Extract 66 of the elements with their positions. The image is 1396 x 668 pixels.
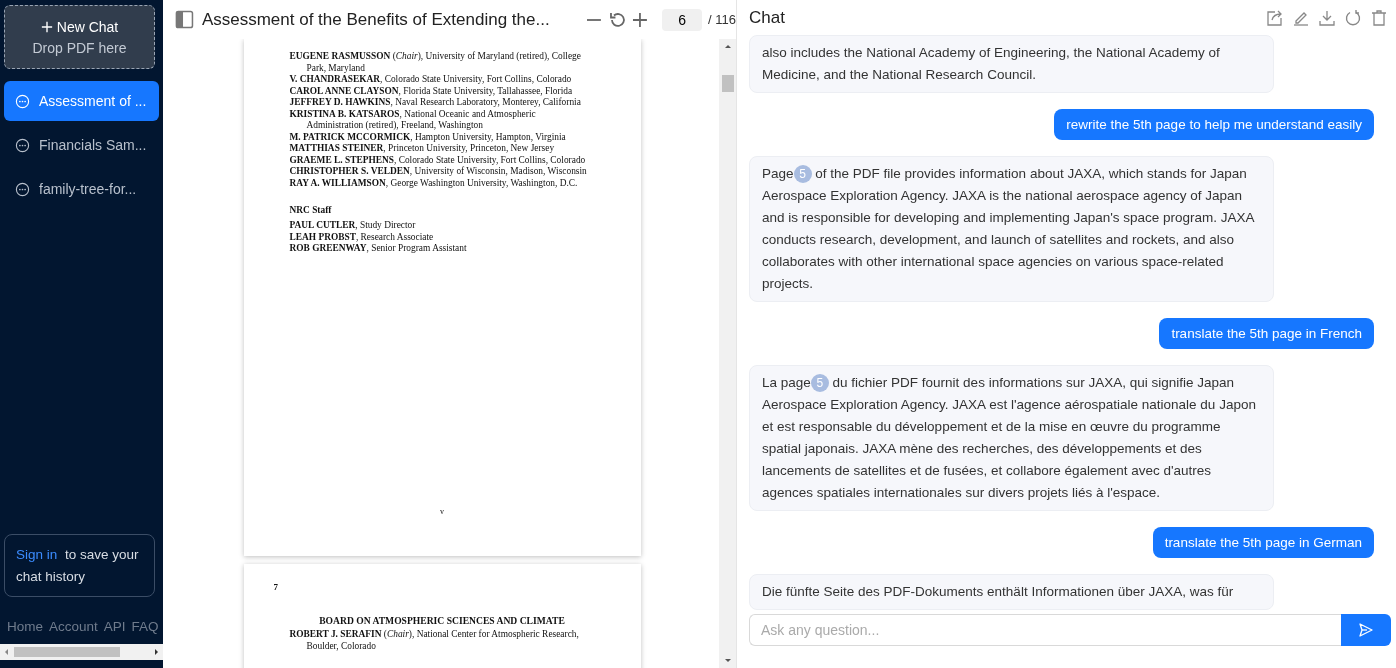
plus-icon bbox=[40, 20, 53, 33]
footer-link[interactable]: Account bbox=[49, 619, 98, 641]
message-text: La page 5 du fichier PDF fournit des informations sur JAXA, qui signifie Japan Aerospace Exploration Agency. JAXA est l'agence aérospatiale nationale du Japon et est responsable du développement et de la mise en œuvre du programme spatial japonais. JAXA mène des recherches, des développements et des lancements de satellites et de fusées, et collabore également avec d'autres agences spatiales internationales sur divers projets liés à l'espace. bbox=[762, 373, 1257, 502]
message-text: Die fünfte Seite des PDF-Dokuments enthält Informationen über JAXA, was für bbox=[762, 583, 1235, 601]
member-line: ROBERT J. SERAFIN (Chair), National Center for Atmospheric Research, bbox=[289, 629, 580, 641]
new-chat-button[interactable]: New Chat Drop PDF here bbox=[4, 5, 155, 69]
page-folio: v bbox=[439, 506, 445, 516]
staff-line: LEAH PROBST, Research Associate bbox=[289, 231, 435, 243]
member-line: GRAEME L. STEPHENS, Colorado State University, Fort Collins, Colorado bbox=[289, 154, 587, 166]
staff-line: PAUL CUTLER, Study Director bbox=[289, 220, 417, 232]
member-line: KRISTINA B. KATSAROS, National Oceanic and Atmospheric bbox=[289, 108, 537, 120]
member-line: RAY A. WILLIAMSON, George Washington University, Washington, D.C. bbox=[289, 177, 579, 189]
chat-bubble-icon bbox=[15, 137, 30, 153]
member-line: V. CHANDRASEKAR, Colorado State University, Fort Collins, Colorado bbox=[289, 74, 573, 86]
footer-link[interactable]: FAQ bbox=[131, 619, 159, 641]
staff-heading: NRC Staff bbox=[289, 205, 333, 215]
member-line: Administration (retired), Freeland, Washington bbox=[305, 120, 484, 132]
question-field[interactable]: Ask any question... bbox=[749, 614, 1341, 646]
scrollbar-thumb[interactable] bbox=[721, 75, 734, 92]
member-line: M. PATRICK MCCORMICK, Hampton University, Hampton, Virginia bbox=[289, 131, 567, 143]
member-line: CHRISTOPHER S. VELDEN, University of Wisconsin, Madison, Wisconsin bbox=[289, 166, 588, 178]
member-line: EUGENE RASMUSSON (Chair), University of Maryland (retired), College bbox=[289, 51, 582, 63]
member-line: Boulder, Colorado bbox=[305, 640, 377, 652]
page-heading: BOARD ON ATMOSPHERIC SCIENCES AND CLIMATE bbox=[318, 615, 566, 626]
chat-bubble-icon bbox=[15, 181, 30, 197]
new-chat-label: New Chat bbox=[56, 18, 119, 35]
chat-item[interactable]: family-tree-for... bbox=[4, 169, 159, 209]
zoom-in-icon[interactable] bbox=[631, 10, 650, 29]
chat-bubble-icon bbox=[15, 93, 30, 109]
sidebar-toggle-icon[interactable] bbox=[175, 10, 194, 29]
chat-item[interactable]: Financials Sam... bbox=[4, 125, 159, 165]
sign-in-link[interactable]: Sign in bbox=[16, 547, 58, 562]
scroll-right-icon[interactable] bbox=[152, 648, 160, 656]
vertical-scrollbar[interactable] bbox=[719, 39, 736, 668]
staff-line: ROB GREENWAY, Senior Program Assistant bbox=[289, 243, 468, 255]
reset-icon[interactable] bbox=[608, 10, 627, 29]
member-line: MATTHIAS STEINER, Princeton University, Princeton, New Jersey bbox=[289, 143, 556, 155]
footer-link[interactable]: API bbox=[103, 619, 126, 641]
member-line: JEFFREY D. HAWKINS, Naval Research Laboratory, Monterey, California bbox=[289, 97, 582, 109]
download-icon[interactable] bbox=[1318, 8, 1336, 27]
member-line: Park, Maryland bbox=[305, 62, 366, 74]
scroll-left-icon[interactable] bbox=[3, 648, 11, 656]
scrollbar-thumb[interactable] bbox=[14, 647, 120, 657]
send-icon bbox=[1358, 622, 1374, 638]
user-message: translate the 5th page in French bbox=[1159, 318, 1374, 349]
message-text: also includes the National Academy of Engineering, the National Academy of Medicine, and the National Research Council. bbox=[762, 44, 1221, 84]
scroll-down-icon[interactable] bbox=[723, 656, 732, 664]
member-line: CAROL ANNE CLAYSON, Florida State University, Tallahassee, Florida bbox=[289, 85, 574, 97]
chat-title: Chat bbox=[749, 7, 785, 28]
document-title: Assessment of the Benefits of Extending the... bbox=[201, 9, 551, 30]
chat-item[interactable]: Assessment of ... bbox=[4, 81, 159, 121]
delete-icon[interactable] bbox=[1370, 8, 1388, 27]
page-number-field[interactable]: 6 bbox=[662, 8, 703, 31]
send-button[interactable] bbox=[1341, 614, 1391, 646]
user-message: rewrite the 5th page to help me understand easily bbox=[1054, 109, 1374, 140]
user-message: translate the 5th page in German bbox=[1152, 527, 1374, 558]
share-icon[interactable] bbox=[1266, 8, 1284, 27]
drop-hint: Drop PDF here bbox=[32, 39, 127, 56]
page-number: 7 bbox=[273, 582, 279, 592]
page-total: / 116 bbox=[708, 12, 736, 27]
refresh-icon[interactable] bbox=[1344, 8, 1362, 27]
scroll-up-icon[interactable] bbox=[723, 43, 732, 51]
footer-link[interactable]: Home bbox=[7, 619, 43, 641]
horizontal-scrollbar[interactable] bbox=[0, 644, 163, 660]
message-text: Page 5 of the PDF file provides information about JAXA, which stands for Japan Aerospace Exploration Agency. JAXA is the national aerospace agency of Japan and is responsible for developing and implementing Japan's space program. JAXA conducts research, development, and launch of satellites and rockets, and also collaborates with other international space agencies on various space-related projects. bbox=[762, 164, 1256, 293]
sign-in-text: Sign in to save your chat history bbox=[16, 546, 140, 586]
